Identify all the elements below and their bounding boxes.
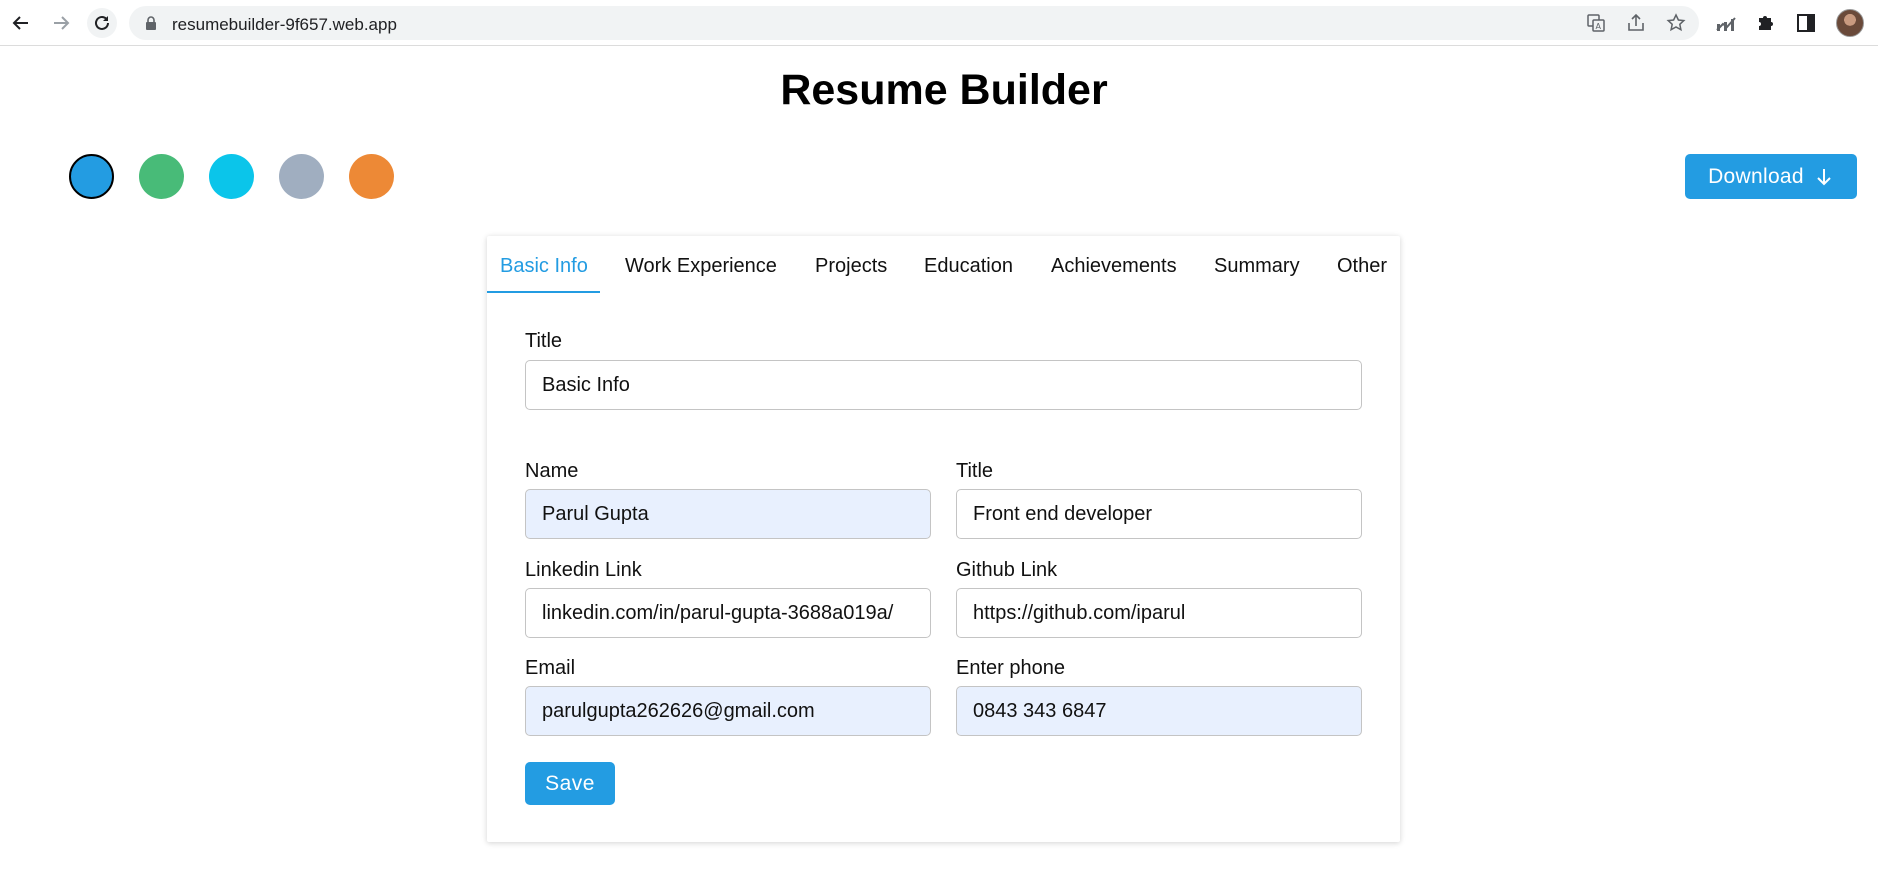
active-tab-indicator [487,291,600,293]
svg-text:A: A [1596,22,1602,31]
download-button[interactable]: Download [1685,154,1857,199]
color-swatch-cyan[interactable] [209,154,254,199]
github-label: Github Link [956,559,1058,581]
share-icon[interactable] [1626,13,1646,33]
linkedin-label: Linkedin Link [525,559,642,581]
section-tabs: Basic Info Work Experience Projects Educ… [487,236,1400,293]
arrow-down-icon [1817,168,1831,185]
title-input[interactable]: Front end developer [956,489,1362,539]
title-label: Title [956,460,994,482]
color-swatch-gray[interactable] [279,154,324,199]
side-panel-icon[interactable] [1795,12,1817,34]
browser-toolbar: resumebuilder-9f657.web.app A [0,0,1878,46]
tab-projects[interactable]: Projects [815,255,887,278]
back-button[interactable] [6,8,36,38]
address-bar[interactable]: resumebuilder-9f657.web.app A [129,6,1699,40]
tab-achievements[interactable]: Achievements [1051,255,1177,278]
phone-input[interactable]: 0843 343 6847 [956,686,1362,736]
color-swatch-green[interactable] [139,154,184,199]
section-title-input[interactable]: Basic Info [525,360,1362,410]
name-input[interactable]: Parul Gupta [525,489,931,539]
color-swatch-blue[interactable] [69,154,114,199]
reload-button[interactable] [87,8,117,38]
email-input[interactable]: parulgupta262626@gmail.com [525,686,931,736]
translate-icon[interactable]: A [1586,13,1606,33]
save-button[interactable]: Save [525,762,615,805]
forward-button[interactable] [46,8,76,38]
reload-icon [95,15,109,30]
github-input[interactable]: https://github.com/iparul [956,588,1362,638]
tab-education[interactable]: Education [924,255,1013,278]
bookmark-star-icon[interactable] [1666,13,1686,33]
arrow-right-icon [54,16,70,30]
lock-icon [146,16,156,30]
email-label: Email [525,657,576,679]
tab-other[interactable]: Other [1337,255,1387,278]
phone-label: Enter phone [956,657,1065,679]
tab-work-experience[interactable]: Work Experience [625,255,777,278]
editor-card: Basic Info Work Experience Projects Educ… [487,236,1400,842]
tab-summary[interactable]: Summary [1214,255,1300,278]
profile-avatar[interactable] [1836,9,1864,37]
section-title-label: Title [525,330,563,352]
linkedin-input[interactable]: linkedin.com/in/parul-gupta-3688a019a/ [525,588,931,638]
puzzle-icon[interactable] [1755,12,1777,34]
extension-chart-icon[interactable] [1715,12,1737,34]
tab-basic-info[interactable]: Basic Info [500,255,588,278]
download-label: Download [1708,164,1804,188]
name-label: Name [525,460,579,482]
url-text: resumebuilder-9f657.web.app [172,15,397,34]
arrow-left-icon [12,16,28,30]
app-title: Resume Builder [780,66,1108,114]
color-swatch-orange[interactable] [349,154,394,199]
